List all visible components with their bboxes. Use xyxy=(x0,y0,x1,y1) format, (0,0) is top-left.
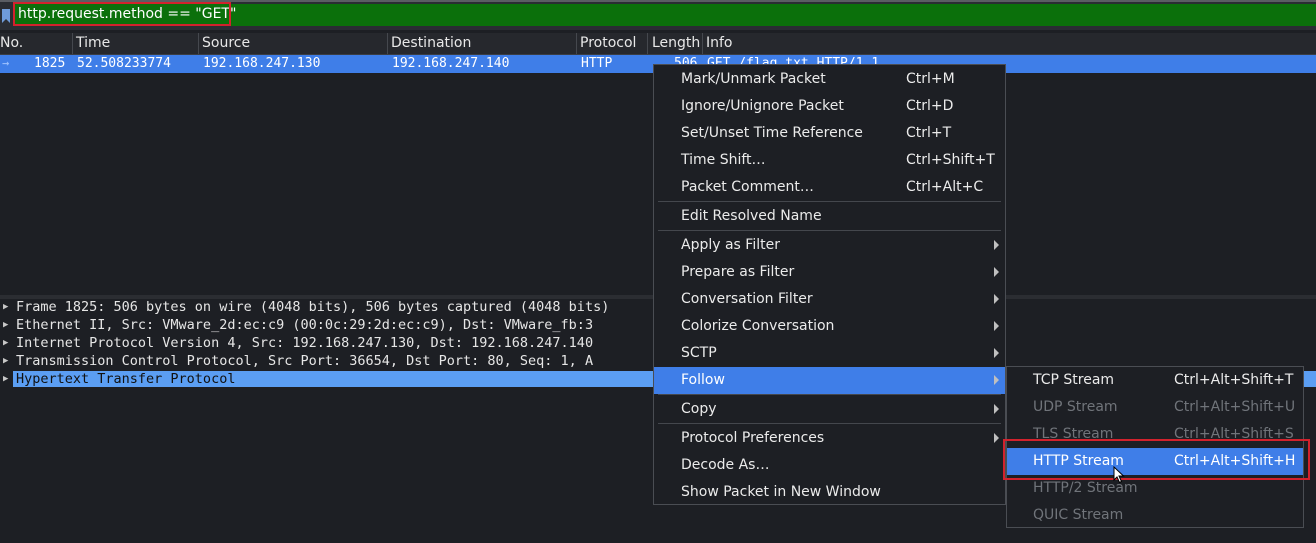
filter-bookmark-icon[interactable] xyxy=(0,7,12,25)
column-separator[interactable] xyxy=(647,33,648,54)
menu-item-shortcut: Ctrl+T xyxy=(906,125,952,141)
menu-item-label: UDP Stream xyxy=(1033,399,1118,415)
menu-item-shortcut: Ctrl+Alt+C xyxy=(906,179,984,195)
menu-item-label: Set/Unset Time Reference xyxy=(681,125,863,141)
http-stream-highlight-box xyxy=(1003,439,1310,480)
menu-item-protocol-preferences[interactable]: Protocol Preferences xyxy=(654,425,1005,452)
menu-item-sctp[interactable]: SCTP xyxy=(654,340,1005,367)
menu-item-label: Mark/Unmark Packet xyxy=(681,71,826,87)
column-time[interactable]: Time xyxy=(76,35,110,51)
expand-arrow-icon[interactable]: ▶ xyxy=(3,302,8,312)
submenu-item-tcp-stream[interactable]: TCP Stream Ctrl+Alt+Shift+T xyxy=(1007,367,1303,394)
packet-time: 52.508233774 xyxy=(77,56,171,71)
expand-arrow-icon[interactable]: ▶ xyxy=(3,338,8,348)
expand-arrow-icon[interactable]: ▶ xyxy=(3,356,8,366)
packet-destination: 192.168.247.140 xyxy=(392,56,510,71)
submenu-arrow-icon xyxy=(994,375,999,385)
column-separator[interactable] xyxy=(198,33,199,54)
menu-item-label: Packet Comment… xyxy=(681,179,814,195)
menu-item-follow[interactable]: Follow xyxy=(654,367,1005,394)
menu-item-shortcut: Ctrl+Shift+T xyxy=(906,152,995,168)
menu-separator xyxy=(658,201,1001,202)
menu-item-label: Show Packet in New Window xyxy=(681,484,881,500)
menu-item-label: Prepare as Filter xyxy=(681,264,795,280)
submenu-arrow-icon xyxy=(994,267,999,277)
submenu-arrow-icon xyxy=(994,321,999,331)
menu-item-time-shift[interactable]: Time Shift… Ctrl+Shift+T xyxy=(654,147,1005,174)
menu-separator xyxy=(658,394,1001,395)
packet-list-header: No. Time Source Destination Protocol Len… xyxy=(0,33,1316,55)
menu-item-ignore-packet[interactable]: Ignore/Unignore Packet Ctrl+D xyxy=(654,93,1005,120)
menu-item-label: Follow xyxy=(681,372,725,388)
menu-item-label: Decode As… xyxy=(681,457,770,473)
expand-arrow-icon[interactable]: ▶ xyxy=(3,320,8,330)
packet-context-menu: Mark/Unmark Packet Ctrl+M Ignore/Unignor… xyxy=(653,64,1006,505)
column-info[interactable]: Info xyxy=(706,35,733,51)
submenu-arrow-icon xyxy=(994,294,999,304)
packet-protocol: HTTP xyxy=(581,56,613,71)
packet-source: 192.168.247.130 xyxy=(203,56,321,71)
column-protocol[interactable]: Protocol xyxy=(580,35,636,51)
menu-item-copy[interactable]: Copy xyxy=(654,396,1005,423)
column-destination[interactable]: Destination xyxy=(391,35,471,51)
tree-item-label: Ethernet II, Src: VMware_2d:ec:c9 (00:0c… xyxy=(16,317,594,333)
menu-item-label: Apply as Filter xyxy=(681,237,780,253)
column-separator[interactable] xyxy=(72,33,73,54)
menu-item-label: Time Shift… xyxy=(681,152,766,168)
menu-item-mark-packet[interactable]: Mark/Unmark Packet Ctrl+M xyxy=(654,66,1005,93)
column-length[interactable]: Length xyxy=(652,35,700,51)
menu-item-colorize-conversation[interactable]: Colorize Conversation xyxy=(654,313,1005,340)
submenu-arrow-icon xyxy=(994,404,999,414)
menu-item-label: Colorize Conversation xyxy=(681,318,835,334)
menu-item-label: QUIC Stream xyxy=(1033,507,1124,523)
display-filter-toolbar: http.request.method == "GET" xyxy=(0,0,1316,30)
menu-item-label: Conversation Filter xyxy=(681,291,813,307)
menu-item-prepare-as-filter[interactable]: Prepare as Filter xyxy=(654,259,1005,286)
mouse-cursor-icon xyxy=(1113,465,1125,488)
related-packet-arrow-icon: → xyxy=(2,56,10,70)
filter-highlight-box xyxy=(13,2,231,26)
submenu-arrow-icon xyxy=(994,240,999,250)
column-separator[interactable] xyxy=(387,33,388,54)
tree-item-label: Internet Protocol Version 4, Src: 192.16… xyxy=(16,335,594,351)
column-source[interactable]: Source xyxy=(202,35,250,51)
tree-item-label: Transmission Control Protocol, Src Port:… xyxy=(16,353,594,369)
submenu-item-quic-stream: QUIC Stream xyxy=(1007,502,1303,529)
menu-item-shortcut: Ctrl+Alt+Shift+U xyxy=(1174,399,1296,415)
menu-item-label: TCP Stream xyxy=(1033,372,1115,388)
submenu-arrow-icon xyxy=(994,348,999,358)
menu-item-edit-resolved-name[interactable]: Edit Resolved Name xyxy=(654,203,1005,230)
column-separator[interactable] xyxy=(576,33,577,54)
menu-item-shortcut: Ctrl+D xyxy=(906,98,954,114)
menu-item-label: Ignore/Unignore Packet xyxy=(681,98,844,114)
expand-arrow-icon[interactable]: ▶ xyxy=(3,374,8,384)
menu-separator xyxy=(658,423,1001,424)
menu-item-label: Edit Resolved Name xyxy=(681,208,822,224)
menu-item-label: Protocol Preferences xyxy=(681,430,825,446)
column-no[interactable]: No. xyxy=(0,35,23,51)
menu-item-shortcut: Ctrl+M xyxy=(906,71,955,87)
menu-item-label: Copy xyxy=(681,401,717,417)
menu-item-time-reference[interactable]: Set/Unset Time Reference Ctrl+T xyxy=(654,120,1005,147)
submenu-item-udp-stream: UDP Stream Ctrl+Alt+Shift+U xyxy=(1007,394,1303,421)
menu-item-packet-comment[interactable]: Packet Comment… Ctrl+Alt+C xyxy=(654,174,1005,201)
menu-item-label: SCTP xyxy=(681,345,717,361)
packet-no: 1825 xyxy=(34,56,66,71)
column-separator[interactable] xyxy=(702,33,703,54)
menu-item-conversation-filter[interactable]: Conversation Filter xyxy=(654,286,1005,313)
menu-item-show-packet-new-window[interactable]: Show Packet in New Window xyxy=(654,479,1005,506)
tree-item-label: Frame 1825: 506 bytes on wire (4048 bits… xyxy=(16,299,610,315)
menu-separator xyxy=(658,230,1001,231)
menu-item-apply-as-filter[interactable]: Apply as Filter xyxy=(654,232,1005,259)
menu-item-decode-as[interactable]: Decode As… xyxy=(654,452,1005,479)
menu-item-shortcut: Ctrl+Alt+Shift+T xyxy=(1174,372,1294,388)
submenu-arrow-icon xyxy=(994,433,999,443)
